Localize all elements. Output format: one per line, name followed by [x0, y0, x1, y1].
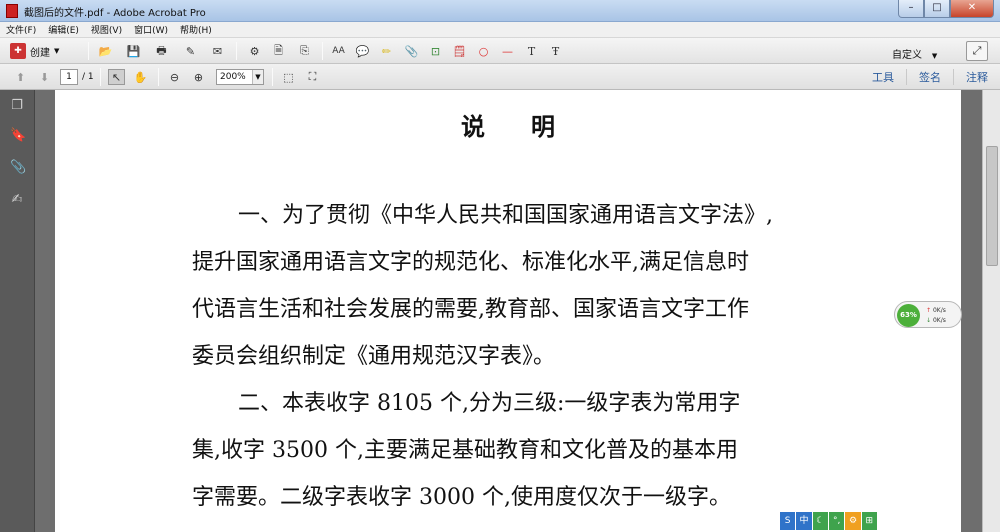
network-speed-widget[interactable]: 63% ↑ 0K/s ↓ 0K/s: [894, 301, 962, 328]
expand-icon[interactable]: ⤢: [966, 41, 988, 61]
chevron-down-icon: ▼: [925, 52, 938, 60]
paragraph-line: 二、本表收字 8105 个,分为三级:一级字表为常用字: [238, 391, 741, 416]
paragraph-line: 集,收字 3500 个,主要满足基础教育和文化普及的基本用: [192, 438, 738, 463]
save-icon[interactable]: 💾: [125, 43, 142, 59]
close-button[interactable]: ✕: [950, 0, 994, 18]
ime-punct-icon[interactable]: °,: [828, 512, 845, 530]
toolbar-divider: [88, 42, 89, 60]
document-title: 说明: [461, 112, 601, 141]
ime-moon-icon[interactable]: ☾: [812, 512, 828, 530]
menu-window[interactable]: 窗口(W): [128, 23, 174, 36]
minimize-button[interactable]: –: [898, 0, 924, 18]
window-title: 截图后的文件.pdf - Adobe Acrobat Pro: [24, 8, 206, 19]
document-viewer[interactable]: 说明 一、为了贯彻《中华人民共和国国家通用语言文字法》, 提升国家通用语言文字的…: [35, 90, 982, 532]
paragraph-line: 委员会组织制定《通用规范汉字表》。: [192, 344, 556, 369]
text-size-icon[interactable]: AA: [330, 43, 347, 59]
toolbar-divider: [158, 68, 159, 86]
review-dropdown-icon[interactable]: ⎘: [296, 43, 313, 59]
window-controls: – □ ✕: [898, 0, 994, 19]
paragraph-line: 提升国家通用语言文字的规范化、标准化水平,满足信息时: [192, 250, 749, 275]
chevron-down-icon: ▼: [54, 47, 60, 55]
ime-grid-icon[interactable]: ⊞: [861, 512, 877, 530]
panel-links: 工具 签名 注释: [860, 64, 1000, 90]
paragraph-line: 字需要。二级字表收字 3000 个,使用度仅次于一级字。: [192, 485, 731, 510]
sticky-note-icon[interactable]: 🗒: [451, 43, 468, 59]
page-total: / 1: [82, 72, 94, 82]
attach-file-icon[interactable]: 📎: [403, 43, 420, 59]
menu-view[interactable]: 视图(V): [85, 23, 128, 36]
hand-tool-icon[interactable]: ✋: [132, 69, 149, 85]
customize-dropdown[interactable]: 自定义 ▼: [892, 46, 937, 61]
typewriter-icon[interactable]: Ŧ: [547, 43, 564, 59]
previous-page-icon[interactable]: ⬆: [12, 69, 29, 85]
main-toolbar: ✚ 创建 ▼ 📂 💾 🖶 ✎ ✉ ⚙ 🗎 ⎘ AA 💬 ✏ 📎 ⊡ 🗒 ○ — …: [0, 38, 1000, 64]
text-tool-icon[interactable]: T: [523, 43, 540, 59]
circle-shape-icon[interactable]: ○: [475, 43, 492, 59]
zoom-in-icon[interactable]: ⊕: [190, 69, 207, 85]
upload-speed: ↑ 0K/s: [926, 307, 960, 314]
settings-gear-icon[interactable]: ⚙: [246, 43, 263, 59]
comment-panel-link[interactable]: 注释: [953, 69, 1000, 85]
toolbar-divider: [236, 42, 237, 60]
navigation-toolbar: ⬆ ⬇ 1 / 1 ↖ ✋ ⊖ ⊕ 200% ▼ ⬚ ⛶ 工具 签名 注释: [0, 64, 1000, 90]
menu-help[interactable]: 帮助(H): [174, 23, 218, 36]
usage-percent: 63%: [897, 304, 920, 327]
ime-settings-icon[interactable]: ⚙: [845, 512, 861, 530]
next-page-icon[interactable]: ⬇: [36, 69, 53, 85]
toolbar-divider: [272, 68, 273, 86]
maximize-button[interactable]: □: [924, 0, 950, 18]
stamp-icon[interactable]: ⊡: [427, 43, 444, 59]
line-shape-icon[interactable]: —: [499, 43, 516, 59]
paragraph-line: 代语言生活和社会发展的需要,教育部、国家语言文字工作: [192, 297, 749, 322]
create-label: 创建: [30, 47, 50, 59]
page-number-input[interactable]: 1: [60, 69, 78, 85]
menu-bar: 文件(F) 编辑(E) 视图(V) 窗口(W) 帮助(H): [0, 22, 1000, 38]
zoom-level-value: 200%: [220, 72, 246, 82]
comment-bubble-icon[interactable]: 💬: [354, 43, 371, 59]
ime-toolbar: S 中 ☾ °, ⚙ ⊞: [780, 512, 878, 532]
zoom-out-icon[interactable]: ⊖: [166, 69, 183, 85]
left-navigation-panel: ❐ 🔖 📎 ✍: [0, 90, 35, 532]
menu-file[interactable]: 文件(F): [0, 23, 42, 36]
zoom-level-select[interactable]: 200% ▼: [216, 69, 264, 85]
arrow-down-icon: ↓: [926, 317, 932, 324]
arrow-up-icon: ↑: [926, 307, 932, 314]
email-icon[interactable]: ✉: [209, 43, 226, 59]
customize-label: 自定义: [892, 50, 922, 61]
ime-logo-icon[interactable]: S: [780, 512, 796, 530]
print-icon[interactable]: 🖶: [153, 43, 170, 59]
create-icon: ✚: [10, 43, 26, 59]
download-speed-value: 0K/s: [932, 317, 946, 324]
ime-mode-chinese[interactable]: 中: [796, 512, 812, 530]
upload-speed-value: 0K/s: [932, 307, 946, 314]
menu-edit[interactable]: 编辑(E): [42, 23, 85, 36]
highlight-icon[interactable]: ✏: [378, 43, 395, 59]
attachments-icon[interactable]: 📎: [10, 160, 26, 176]
chevron-down-icon: ▼: [252, 70, 263, 84]
fullscreen-icon[interactable]: ⛶: [304, 69, 321, 85]
tools-panel-link[interactable]: 工具: [860, 69, 906, 85]
pdf-page: 说明 一、为了贯彻《中华人民共和国国家通用语言文字法》, 提升国家通用语言文字的…: [55, 90, 961, 532]
fit-page-icon[interactable]: ⬚: [280, 69, 297, 85]
toolbar-divider: [100, 68, 101, 86]
page-save-icon[interactable]: 🗎: [270, 43, 287, 59]
page-thumbnails-icon[interactable]: ❐: [10, 98, 24, 114]
edit-document-icon[interactable]: ✎: [182, 43, 199, 59]
select-cursor-icon[interactable]: ↖: [108, 69, 125, 85]
sign-panel-link[interactable]: 签名: [906, 69, 953, 85]
signatures-icon[interactable]: ✍: [10, 192, 24, 208]
acrobat-app-icon: [6, 4, 18, 18]
bookmarks-icon[interactable]: 🔖: [10, 128, 26, 144]
scrollbar-thumb[interactable]: [986, 146, 998, 266]
toolbar-divider: [322, 42, 323, 60]
vertical-scrollbar[interactable]: [982, 90, 1000, 532]
title-bar: 截图后的文件.pdf - Adobe Acrobat Pro – □ ✕: [0, 0, 1000, 22]
paragraph-line: 一、为了贯彻《中华人民共和国国家通用语言文字法》,: [238, 203, 773, 228]
open-icon[interactable]: 📂: [97, 43, 114, 59]
download-speed: ↓ 0K/s: [926, 317, 960, 324]
create-button[interactable]: ✚ 创建 ▼: [10, 42, 59, 60]
